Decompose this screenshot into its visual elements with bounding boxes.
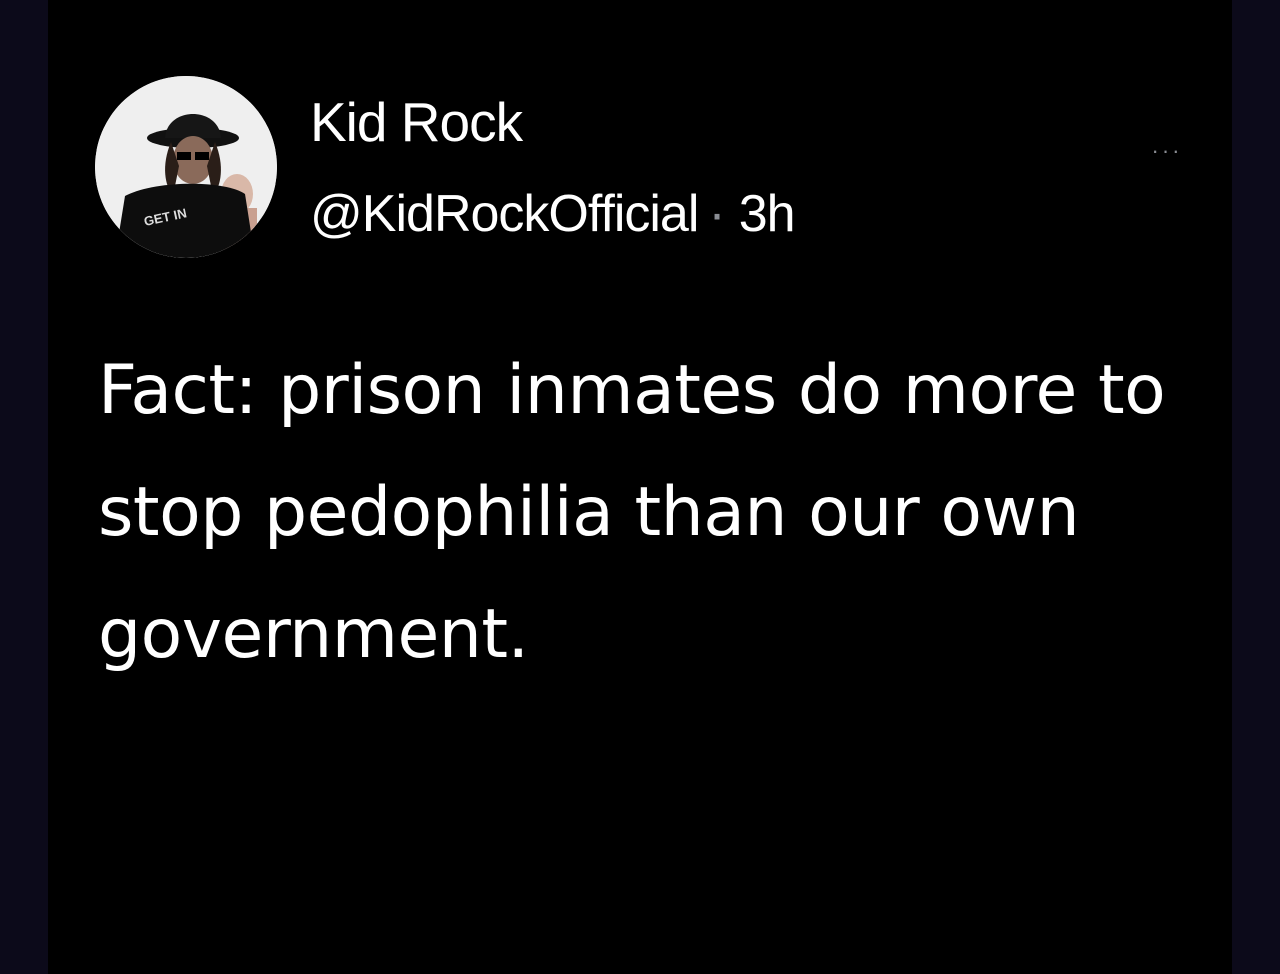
more-dots-icon: ··· — [1151, 138, 1183, 163]
more-options-button[interactable]: ··· — [1142, 136, 1192, 166]
meta-separator: · — [708, 185, 725, 243]
tweet-card[interactable]: GET IN Kid Rock @KidRockOfficial · 3h ··· … — [48, 0, 1232, 974]
user-handle[interactable]: @KidRockOfficial — [310, 185, 699, 243]
tweet-meta: @KidRockOfficial · 3h — [310, 184, 796, 244]
page-background: GET IN Kid Rock @KidRockOfficial · 3h ··· … — [0, 0, 1280, 974]
profile-photo-icon: GET IN — [95, 76, 277, 258]
avatar[interactable]: GET IN — [95, 76, 277, 258]
tweet-text: Fact: prison inmates do more to stop ped… — [98, 351, 1166, 674]
tweet-timestamp[interactable]: 3h — [739, 185, 796, 243]
display-name[interactable]: Kid Rock — [310, 90, 523, 154]
